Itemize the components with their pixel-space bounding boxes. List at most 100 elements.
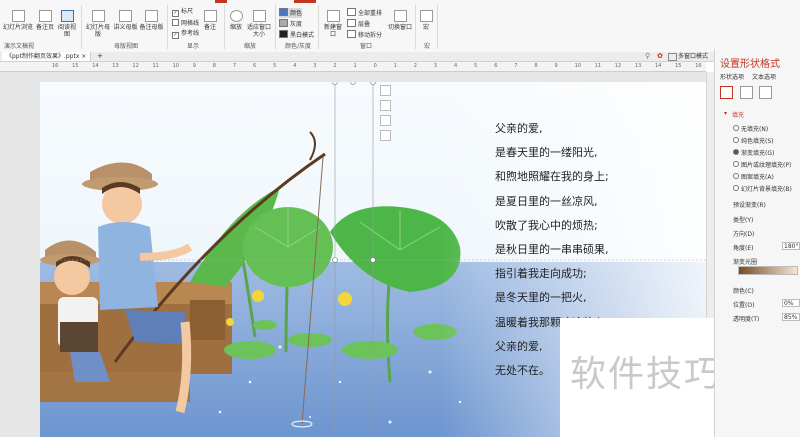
radio-icon bbox=[733, 125, 739, 131]
guides-checkbox[interactable]: ✓ 参考线 bbox=[172, 30, 199, 39]
crop-icon[interactable] bbox=[380, 130, 391, 141]
ruler-tick-label: 8 bbox=[534, 63, 538, 69]
grayscale-option[interactable]: 灰度 bbox=[279, 19, 302, 29]
notes-page-button[interactable]: 备注页 bbox=[34, 10, 56, 31]
group-label-window: 窗口 bbox=[359, 43, 372, 50]
notes-master-icon bbox=[145, 10, 158, 22]
move-split-button[interactable]: 移动拆分 bbox=[347, 30, 382, 40]
arrange-all-button[interactable]: 全部重排 bbox=[347, 8, 382, 18]
ruler-tick-label: 9 bbox=[554, 63, 558, 69]
fill-icon[interactable] bbox=[380, 115, 391, 126]
macro-icon bbox=[419, 10, 433, 22]
radio-icon bbox=[733, 137, 739, 143]
arrange-icon bbox=[347, 8, 356, 16]
color-mode-option[interactable]: 颜色 bbox=[279, 8, 303, 18]
radio-icon bbox=[733, 185, 739, 191]
new-tab-button[interactable]: + bbox=[97, 52, 103, 61]
direction-label[interactable]: 方向(D) bbox=[733, 229, 754, 238]
size-properties-icon[interactable] bbox=[759, 86, 772, 99]
poem-line: 和煦地照耀在我的身上; bbox=[495, 170, 609, 184]
settings-gear-icon[interactable]: ✿ bbox=[657, 52, 665, 60]
fill-option[interactable]: 纯色填充(S) bbox=[733, 136, 774, 145]
fit-to-window-button[interactable]: 适应窗口大小 bbox=[246, 10, 272, 38]
fill-line-icon[interactable] bbox=[720, 86, 733, 99]
ruler-tick-label: 4 bbox=[293, 63, 297, 69]
type-label[interactable]: 类型(Y) bbox=[733, 215, 753, 224]
ruler-tick-label: 12 bbox=[614, 63, 622, 69]
ruler-tick-label: 2 bbox=[333, 63, 337, 69]
ruler-tick-label: 11 bbox=[152, 63, 159, 69]
reading-view-button[interactable]: 阅读视图 bbox=[56, 10, 78, 38]
position-input[interactable]: 0% bbox=[782, 299, 800, 307]
new-window-icon bbox=[326, 10, 340, 22]
group-separator bbox=[415, 5, 416, 49]
black-white-option[interactable]: 黑白模式 bbox=[279, 30, 314, 40]
color-swatch-icon bbox=[279, 8, 288, 16]
fill-option[interactable]: 图案填充(A) bbox=[733, 172, 774, 181]
ruler-tick-label: 3 bbox=[313, 63, 317, 69]
fill-option[interactable]: 无填充(N) bbox=[733, 124, 768, 133]
notes-button[interactable]: 备注 bbox=[202, 10, 218, 31]
group-label-master-views: 母版视图 bbox=[113, 43, 138, 50]
ruler-tick-label: 10 bbox=[172, 63, 179, 69]
poem-line: 是春天里的一缕阳光, bbox=[495, 146, 598, 160]
ruler-checkbox[interactable]: ✓ 标尺 bbox=[172, 8, 193, 17]
gridlines-checkbox[interactable]: 网格线 bbox=[172, 19, 199, 28]
slide-master-icon bbox=[91, 10, 105, 22]
macro-button[interactable]: 宏 bbox=[419, 10, 433, 31]
ruler-tick-label: 8 bbox=[212, 63, 216, 69]
poem-line: 是冬天里的一把火, bbox=[495, 291, 587, 305]
group-separator bbox=[275, 5, 276, 49]
reading-view-icon bbox=[60, 10, 74, 22]
angle-input[interactable]: 180° bbox=[782, 242, 800, 250]
fill-option-label: 渐变填充(G) bbox=[741, 150, 775, 157]
new-window-button[interactable]: 新建窗口 bbox=[322, 10, 344, 38]
multi-window-mode-label[interactable]: 多窗口模式 bbox=[678, 52, 708, 61]
position-label: 位置(O) bbox=[733, 302, 755, 309]
tab-text-options[interactable]: 文本选项 bbox=[752, 72, 776, 81]
slide-sorter-button[interactable]: 幻灯片浏览 bbox=[3, 10, 33, 31]
ruler-tick-label: 10 bbox=[574, 63, 581, 69]
ruler-tick-label: 14 bbox=[655, 63, 662, 69]
fill-option[interactable]: 幻灯片背景填充(B) bbox=[733, 184, 792, 193]
preset-gradient-label[interactable]: 预设渐变(R) bbox=[733, 200, 766, 209]
cascade-icon bbox=[347, 19, 356, 27]
fit-window-icon bbox=[252, 10, 266, 22]
active-tab-indicator bbox=[215, 0, 227, 3]
gradient-stops-label: 渐变光圈 bbox=[733, 259, 758, 266]
ruler-tick-label: 15 bbox=[72, 63, 79, 69]
fill-section-header[interactable]: 填充 bbox=[732, 110, 744, 119]
cascade-button[interactable]: 层叠 bbox=[347, 19, 370, 29]
fill-option[interactable]: 渐变填充(G) bbox=[733, 148, 774, 157]
transparency-label: 透明度(T) bbox=[733, 316, 760, 323]
effects-icon[interactable] bbox=[740, 86, 753, 99]
tab-shape-options[interactable]: 形状选项 bbox=[720, 72, 744, 81]
bw-swatch-icon bbox=[279, 30, 288, 38]
collapse-icon[interactable]: ▾ bbox=[724, 110, 727, 117]
ruler-tick-label: 14 bbox=[92, 63, 99, 69]
switch-window-button[interactable]: 切换窗口 bbox=[387, 10, 413, 31]
notes-master-button[interactable]: 备注母版 bbox=[139, 10, 164, 31]
radio-icon bbox=[733, 161, 739, 167]
transparency-input[interactable]: 85% bbox=[782, 313, 800, 321]
fill-option-label: 图案填充(A) bbox=[741, 174, 774, 181]
fill-option-label: 无填充(N) bbox=[741, 126, 769, 133]
ruler-tick-label: 4 bbox=[454, 63, 458, 69]
shape-style-icon[interactable] bbox=[380, 100, 391, 111]
zoom-button[interactable]: 缩放 bbox=[228, 10, 244, 31]
gradient-stops-bar[interactable] bbox=[738, 266, 798, 275]
slide-master-button[interactable]: 幻灯片母版 bbox=[84, 10, 112, 38]
ruler-tick-label: 7 bbox=[514, 63, 518, 69]
document-tab[interactable]: 《ppt制作翻页效果》.pptx × bbox=[2, 52, 92, 61]
layout-options-icon[interactable] bbox=[380, 85, 391, 96]
ruler-tick-label: 6 bbox=[494, 63, 498, 69]
radio-icon bbox=[733, 173, 739, 179]
notes-page-icon bbox=[38, 10, 52, 22]
group-label-macro: 宏 bbox=[423, 43, 430, 50]
ruler-tick-label: 1 bbox=[353, 63, 357, 69]
handout-master-button[interactable]: 讲义母版 bbox=[113, 10, 138, 31]
pin-icon[interactable]: ⚲ bbox=[645, 52, 653, 60]
group-separator bbox=[318, 5, 319, 49]
ruler-tick-label: 9 bbox=[192, 63, 196, 69]
fill-option[interactable]: 图片或纹理填充(P) bbox=[733, 160, 791, 169]
